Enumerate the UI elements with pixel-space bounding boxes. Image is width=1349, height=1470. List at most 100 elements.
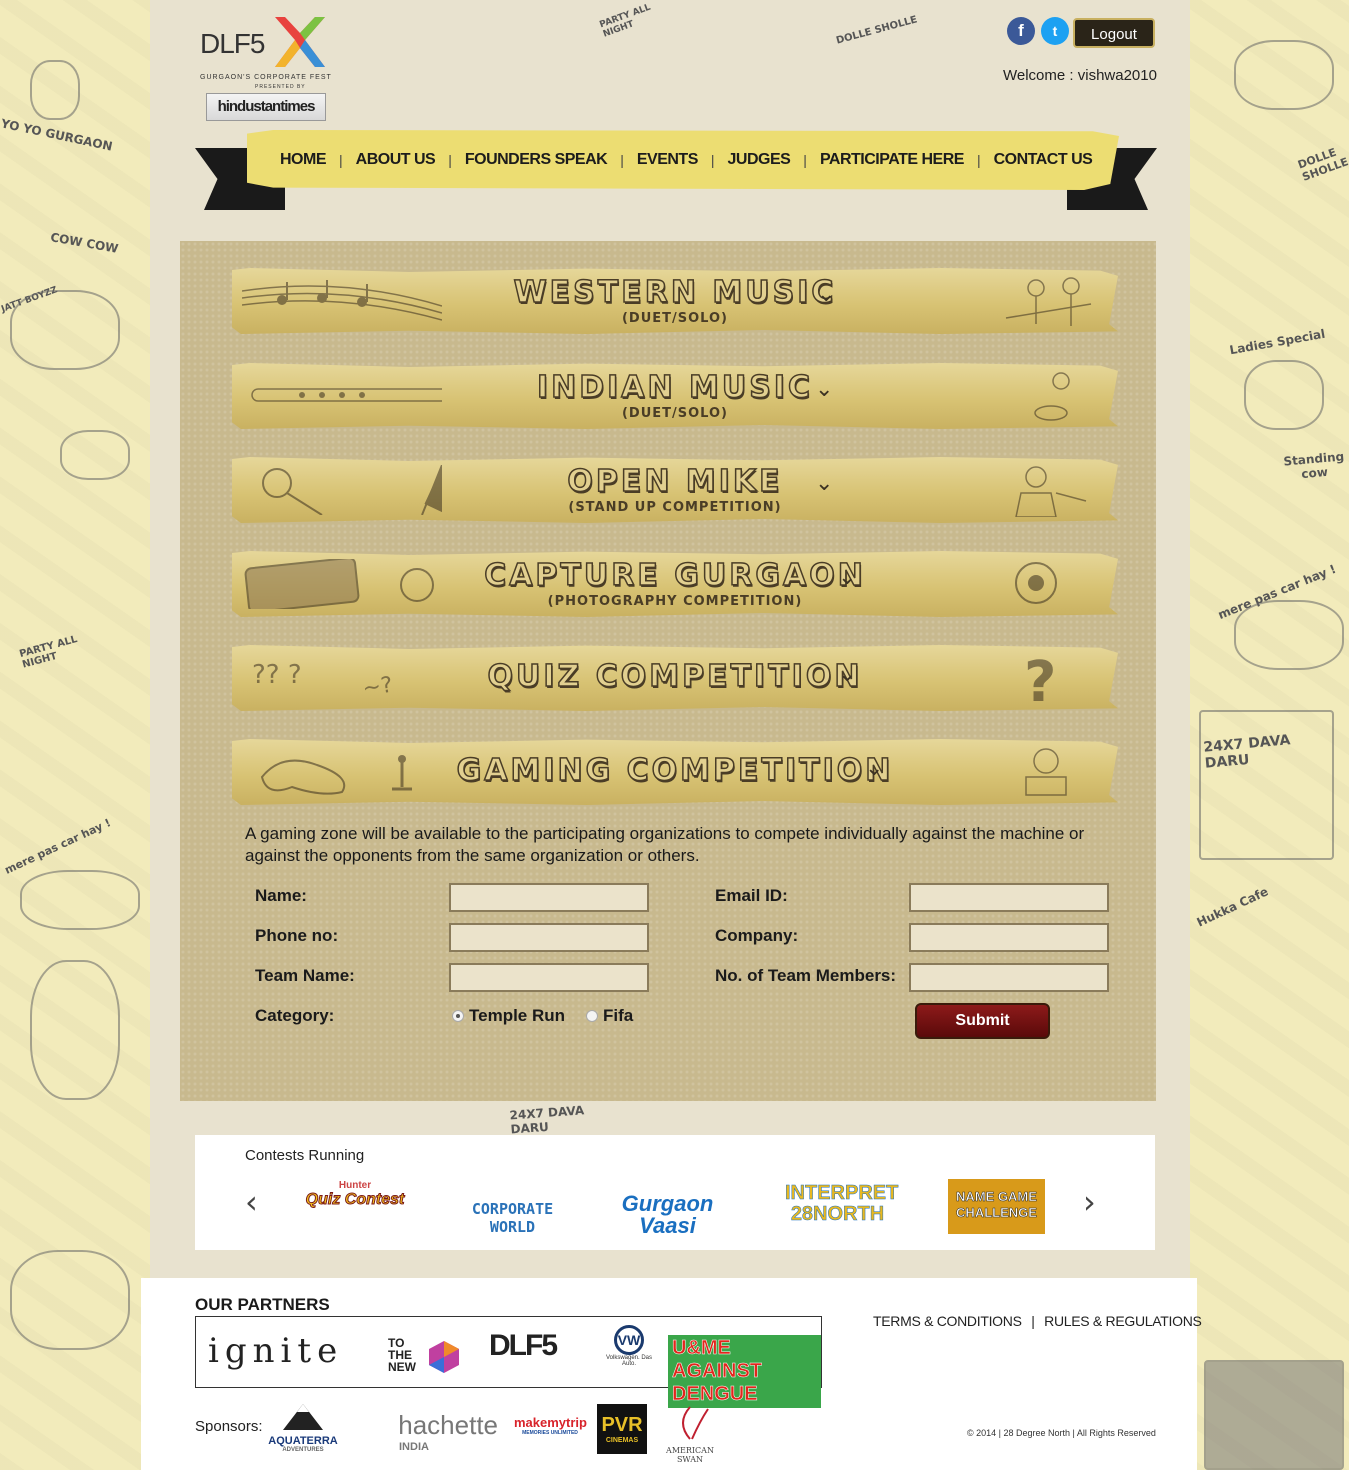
event-quiz-competition[interactable]: ?? ? ~? ? QUIZ COMPETITION ⌄ xyxy=(232,645,1118,711)
makemytrip-text: makemytrip xyxy=(514,1415,587,1430)
chevron-down-icon[interactable]: ⌄ xyxy=(838,565,856,590)
sponsor-american-swan-logo[interactable]: AMERICAN SWAN xyxy=(655,1403,725,1464)
radio-label-fifa[interactable]: Fifa xyxy=(603,1006,633,1026)
contest-interpret-logo[interactable]: INTERPRET 28NORTH xyxy=(785,1182,899,1225)
left-doodle-panel: YO YO GURGAON COW COW JATT BOYZZ PARTY A… xyxy=(0,0,160,1470)
contests-carousel: Contests Running ‹ › Hunter Quiz Contest… xyxy=(195,1135,1155,1250)
logo-text: DLF5 xyxy=(200,28,265,59)
sponsors-label: Sponsors: xyxy=(195,1418,263,1435)
nav-separator: | xyxy=(448,152,452,168)
email-input[interactable] xyxy=(909,883,1109,912)
doodle-yo-yo-gurgaon: YO YO GURGAON xyxy=(0,116,114,154)
face-doodle-icon xyxy=(10,1250,130,1350)
chevron-down-icon[interactable]: ⌄ xyxy=(815,471,833,496)
phone-label: Phone no: xyxy=(255,926,339,945)
email-label: Email ID: xyxy=(715,886,788,905)
nav-contact-us[interactable]: CONTACT US xyxy=(994,151,1093,169)
company-input[interactable] xyxy=(909,923,1109,952)
carousel-prev-arrow-icon[interactable]: ‹ xyxy=(245,1183,258,1221)
american-swan-text: AMERICAN SWAN xyxy=(666,1446,714,1464)
event-indian-music[interactable]: INDIAN MUSIC (DUET/SOLO) ⌄ xyxy=(232,363,1118,429)
team-name-input[interactable] xyxy=(449,963,649,992)
nav-separator: | xyxy=(339,152,343,168)
gaming-description: A gaming zone will be available to the p… xyxy=(245,824,1085,865)
partner-dengue-logo[interactable]: U&ME AGAINST DENGUE xyxy=(668,1335,821,1408)
doodle-cow-cow: COW COW xyxy=(49,230,120,256)
contests-title: Contests Running xyxy=(245,1147,365,1164)
hindustan-times-logo[interactable]: hindustantimes xyxy=(206,93,326,121)
scooter-doodle-icon xyxy=(60,430,130,480)
chevron-down-icon[interactable]: ⌄ xyxy=(815,377,833,402)
nav-participate-here[interactable]: PARTICIPATE HERE xyxy=(820,151,965,169)
car-doodle-icon xyxy=(20,870,140,930)
chevron-down-icon[interactable]: ⌄ xyxy=(838,662,856,687)
buildings-doodle-icon xyxy=(1204,1360,1344,1470)
event-title: OPEN MIKE xyxy=(567,463,783,500)
contest-name-game-logo[interactable]: NAME GAME CHALLENGE xyxy=(948,1179,1045,1234)
radio-temple-run[interactable] xyxy=(452,1010,464,1022)
shop-doodle-icon xyxy=(1199,710,1334,860)
sponsor-hachette-logo[interactable]: hachette INDIA xyxy=(363,1410,498,1453)
chevron-down-icon[interactable]: ⌄ xyxy=(865,756,883,781)
carousel-next-arrow-icon[interactable]: › xyxy=(1083,1183,1096,1221)
hachette-sub: INDIA xyxy=(399,1441,429,1453)
doodle-standing-cow: Standing cow xyxy=(1282,449,1345,482)
presented-by: PRESENTED BY xyxy=(255,84,306,90)
pvr-text: PVR xyxy=(601,1414,643,1436)
vw-tagline: Volkswagen. Das Auto. xyxy=(605,1355,653,1367)
event-capture-gurgaon[interactable]: CAPTURE GURGAON (PHOTOGRAPHY COMPETITION… xyxy=(232,551,1118,617)
hookah-doodle-icon xyxy=(30,960,120,1100)
phone-input[interactable] xyxy=(449,923,649,952)
twitter-icon[interactable]: t xyxy=(1041,17,1069,45)
name-label: Name: xyxy=(255,886,307,905)
jeep-doodle-icon xyxy=(10,290,120,370)
hachette-text: hachette xyxy=(398,1410,498,1440)
nav-separator: | xyxy=(803,152,807,168)
team-name-label: Team Name: xyxy=(255,966,355,985)
quiz-contest-text: Quiz Contest xyxy=(305,1191,405,1209)
event-gaming-competition[interactable]: GAMING COMPETITION ⌄ xyxy=(232,739,1118,805)
event-subtitle: (STAND UP COMPETITION) xyxy=(568,500,782,515)
partner-ignite-logo[interactable]: ignite xyxy=(208,1331,343,1371)
submit-button[interactable]: Submit xyxy=(915,1003,1050,1039)
facebook-icon[interactable]: f xyxy=(1007,17,1035,45)
category-label: Category: xyxy=(255,1006,335,1025)
28-x-logo-icon xyxy=(275,17,325,67)
radio-label-temple-run[interactable]: Temple Run xyxy=(469,1006,565,1026)
doodle-party-all-night: PARTY ALL NIGHT xyxy=(18,634,79,671)
sponsor-makemytrip-logo[interactable]: makemytrip MEMORIES UNLIMITED xyxy=(514,1415,587,1436)
team-members-input[interactable] xyxy=(909,963,1109,992)
sponsor-aquaterra-logo[interactable]: AQUATERRA ADVENTURES xyxy=(265,1404,341,1453)
bottle-doodle-icon xyxy=(30,60,80,120)
event-western-music[interactable]: WESTERN MUSIC (DUET/SOLO) ⌄ xyxy=(232,268,1118,334)
nav-judges[interactable]: JUDGES xyxy=(728,151,791,169)
right-doodle-panel: DOLLE SHOLLE Ladies Special Standing cow… xyxy=(1184,0,1349,1470)
rules-link[interactable]: RULES & REGULATIONS xyxy=(1044,1313,1202,1329)
radio-fifa[interactable] xyxy=(586,1010,598,1022)
contest-quiz-logo[interactable]: Hunter Quiz Contest xyxy=(305,1180,405,1209)
contest-gurgaon-vaasi-logo[interactable]: Gurgaon Vaasi xyxy=(605,1193,730,1237)
dlf5-logo[interactable]: DLF5 GURGAON'S CORPORATE FEST PRESENTED … xyxy=(200,10,335,90)
terms-link[interactable]: TERMS & CONDITIONS xyxy=(873,1313,1022,1329)
main-nav: HOME | ABOUT US | FOUNDERS SPEAK | EVENT… xyxy=(247,130,1119,190)
partner-volkswagen-logo[interactable]: VW Volkswagen. Das Auto. xyxy=(599,1325,659,1367)
nav-separator: | xyxy=(620,152,624,168)
nav-events[interactable]: EVENTS xyxy=(637,151,699,169)
doodle-top-party: PARTY ALL NIGHT xyxy=(598,2,653,40)
logout-button[interactable]: Logout xyxy=(1073,18,1155,48)
to-the-new-hexagon-icon xyxy=(429,1341,459,1373)
chevron-down-icon[interactable]: ⌄ xyxy=(817,282,835,307)
doodle-car: mere pas car hay ! xyxy=(2,816,113,877)
event-open-mike[interactable]: OPEN MIKE (STAND UP COMPETITION) ⌄ xyxy=(232,457,1118,523)
partner-dlf5-logo[interactable]: DLF5 xyxy=(489,1329,558,1363)
nav-home[interactable]: HOME xyxy=(280,151,327,169)
contest-corporate-world-logo[interactable]: CORPORATE WORLD xyxy=(450,1200,575,1236)
sponsor-pvr-logo[interactable]: PVR CINEMAS xyxy=(597,1404,647,1454)
nav-about-us[interactable]: ABOUT US xyxy=(356,151,436,169)
rickshaw-doodle-icon xyxy=(1244,360,1324,430)
name-input[interactable] xyxy=(449,883,649,912)
partner-to-the-new-logo[interactable]: TO THE NEW xyxy=(388,1337,424,1373)
gurgaon-vaasi-text: Gurgaon Vaasi xyxy=(621,1191,714,1238)
nav-founders-speak[interactable]: FOUNDERS SPEAK xyxy=(465,151,608,169)
car-doodle-icon xyxy=(1234,600,1344,670)
